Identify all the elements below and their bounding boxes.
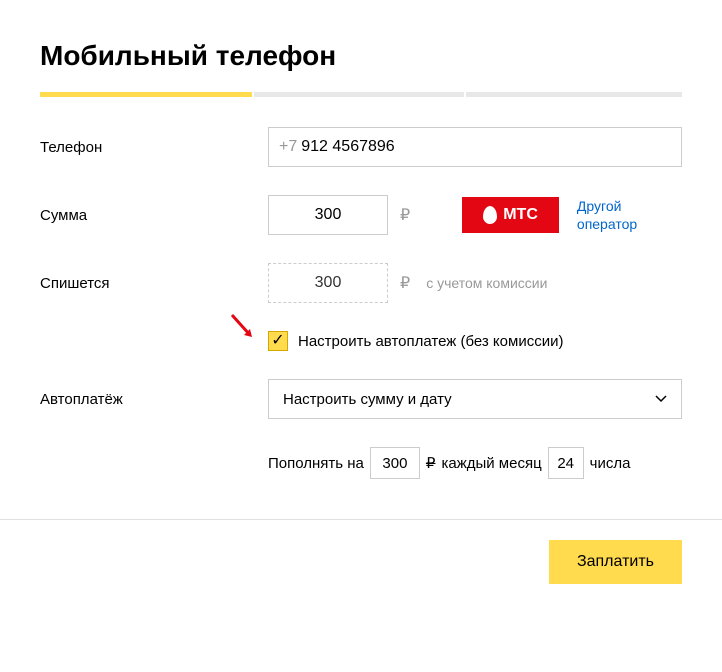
deducted-label: Спишется bbox=[40, 275, 268, 292]
ruble-sign: ₽ bbox=[400, 205, 410, 225]
checkmark-icon: ✓ bbox=[271, 333, 284, 349]
autopay-day-input[interactable] bbox=[548, 447, 584, 479]
amount-row: Сумма ₽ МТС Другой оператор bbox=[40, 195, 682, 235]
autopay-ruble: ₽ bbox=[426, 454, 436, 472]
autopay-checkbox-row: ✓ Настроить автоплатеж (без комиссии) bbox=[40, 331, 682, 351]
amount-input[interactable] bbox=[268, 195, 388, 235]
phone-row: Телефон +7 bbox=[40, 127, 682, 167]
deducted-ruble: ₽ bbox=[400, 273, 410, 293]
autopay-settings: Пополнять на ₽ каждый месяц числа bbox=[40, 447, 682, 479]
autopay-amount-input[interactable] bbox=[370, 447, 420, 479]
autopay-prefix-text: Пополнять на bbox=[268, 455, 364, 472]
autopay-row: Автоплатёж Настроить сумму и дату bbox=[40, 379, 682, 419]
page-title: Мобильный телефон bbox=[40, 40, 682, 72]
arrow-indicator-icon bbox=[230, 313, 260, 343]
autopay-dropdown[interactable]: Настроить сумму и дату bbox=[268, 379, 682, 419]
autopay-checkbox-label[interactable]: Настроить автоплатеж (без комиссии) bbox=[298, 333, 563, 350]
operator-logo: МТС bbox=[462, 197, 559, 233]
pay-button[interactable]: Заплатить bbox=[549, 540, 682, 584]
autopay-label: Автоплатёж bbox=[40, 391, 268, 408]
chevron-down-icon bbox=[655, 395, 667, 403]
amount-label: Сумма bbox=[40, 207, 268, 224]
footer: Заплатить bbox=[40, 540, 682, 584]
deducted-value: 300 bbox=[268, 263, 388, 303]
autopay-checkbox[interactable]: ✓ bbox=[268, 331, 288, 351]
phone-label: Телефон bbox=[40, 139, 268, 156]
progress-bar bbox=[40, 92, 682, 97]
phone-input-wrap[interactable]: +7 bbox=[268, 127, 682, 167]
other-operator-link[interactable]: Другой оператор bbox=[577, 197, 682, 233]
operator-egg-icon bbox=[483, 206, 497, 224]
phone-prefix: +7 bbox=[279, 138, 297, 156]
phone-input[interactable] bbox=[301, 138, 671, 156]
operator-name: МТС bbox=[503, 206, 538, 224]
deducted-row: Спишется 300 ₽ с учетом комиссии bbox=[40, 263, 682, 303]
autopay-suffix-text: числа bbox=[590, 455, 631, 472]
autopay-middle-text: каждый месяц bbox=[441, 455, 541, 472]
divider bbox=[0, 519, 722, 520]
progress-fill bbox=[40, 92, 252, 97]
autopay-dropdown-text: Настроить сумму и дату bbox=[283, 391, 452, 408]
commission-note: с учетом комиссии bbox=[426, 275, 547, 291]
